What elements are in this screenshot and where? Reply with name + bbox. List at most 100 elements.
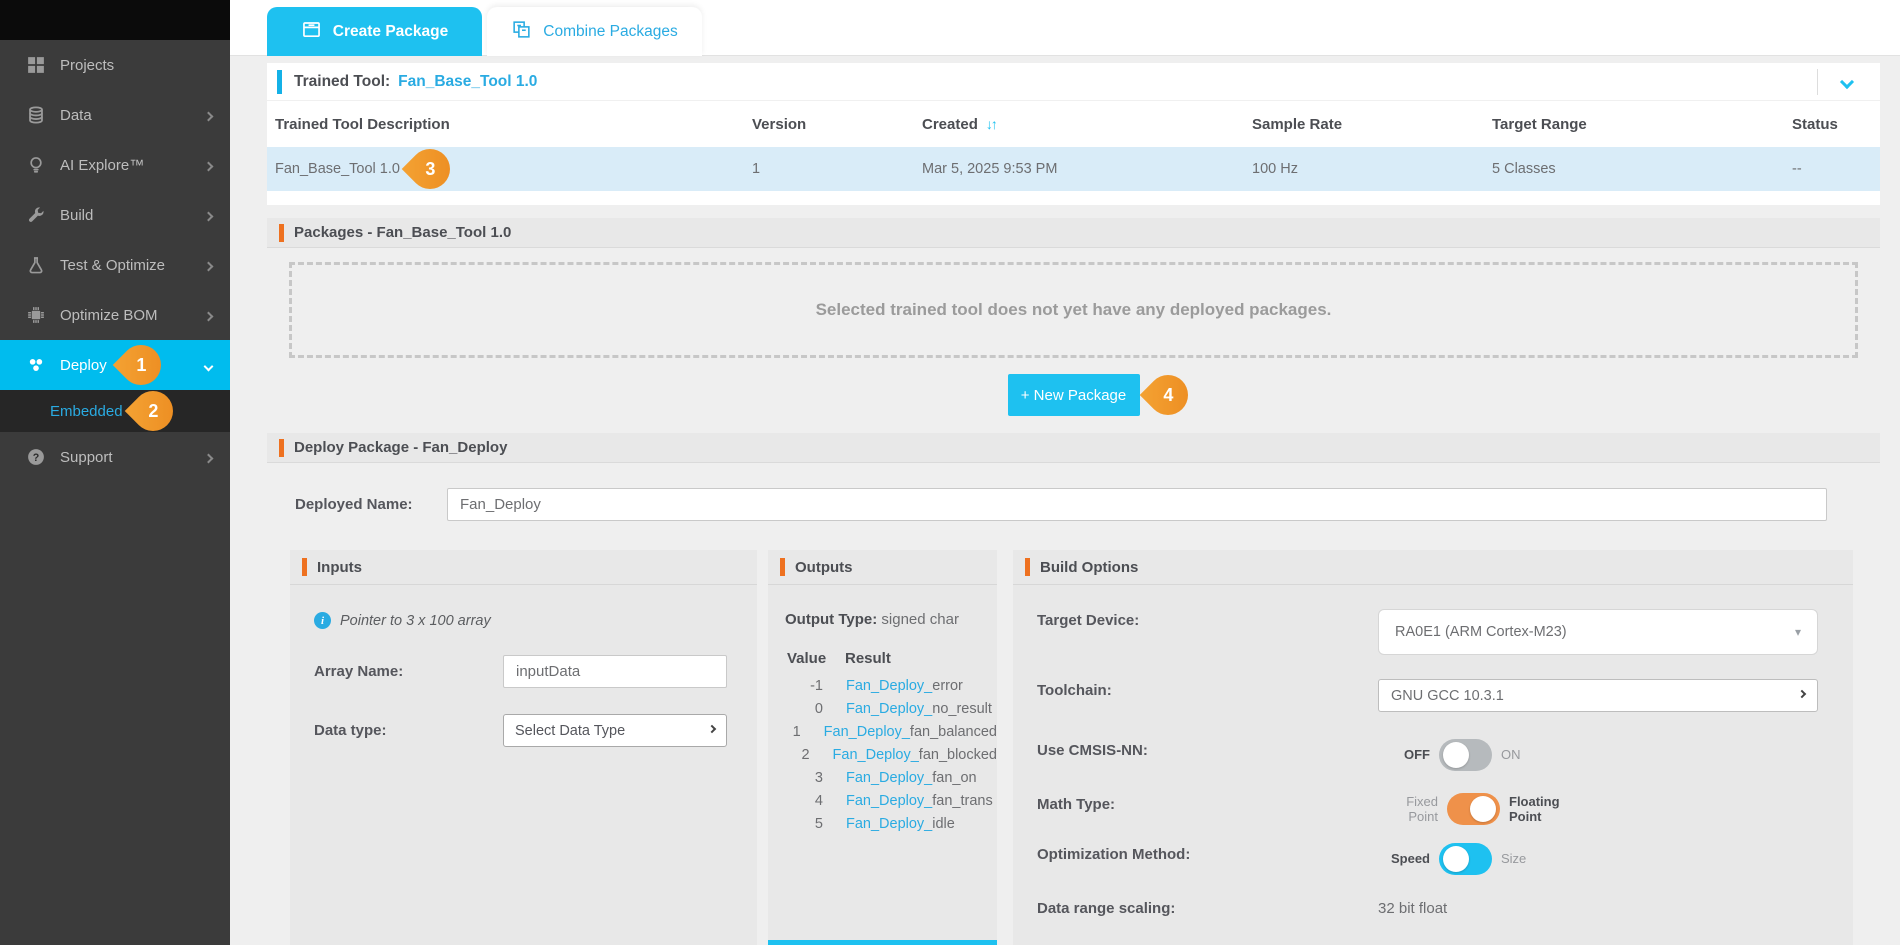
build-options-body: Target Device: RA0E1 (ARM Cortex-M23) ▾ … (1013, 585, 1853, 943)
math-type-label: Math Type: (1037, 793, 1378, 825)
optimization-label: Optimization Method: (1037, 843, 1378, 875)
output-value: 1 (787, 724, 801, 740)
orange-accent-bar (302, 558, 307, 576)
output-result-link[interactable]: Fan_Deploy_idle (846, 816, 955, 832)
output-value: 4 (787, 793, 823, 809)
cyan-accent-bar (277, 70, 282, 94)
packages-section: Packages - Fan_Base_Tool 1.0 Selected tr… (267, 218, 1880, 428)
database-icon (26, 106, 46, 124)
content: Trained Tool: Fan_Base_Tool 1.0 Trained … (230, 56, 1900, 945)
math-type-row: Math Type: Fixed Point Floating Point (1037, 793, 1853, 825)
value-column-header: Value (787, 650, 845, 667)
output-row: 1 Fan_Deploy_fan_balanced (768, 720, 997, 743)
new-package-row: + New Package 4 (289, 374, 1858, 416)
sort-icon[interactable]: ↓↑ (986, 116, 996, 132)
sidebar-item-label: Support (60, 449, 113, 466)
chip-icon (26, 306, 46, 324)
new-package-button[interactable]: + New Package (1008, 374, 1140, 416)
cell-description: Fan_Base_Tool 1.0 (275, 161, 400, 177)
sidebar-item-label: AI Explore™ (60, 157, 144, 174)
data-type-row: Data type: Select Data Type (314, 714, 757, 747)
output-value: 2 (787, 747, 810, 763)
toggle-off-label: OFF (1378, 747, 1430, 762)
sidebar-item-label: Build (60, 207, 93, 224)
value-result-header: Value Result (768, 650, 997, 667)
trained-tool-value[interactable]: Fan_Base_Tool 1.0 (398, 73, 537, 91)
vertical-divider (1817, 69, 1818, 95)
target-device-select[interactable]: RA0E1 (ARM Cortex-M23) ▾ (1378, 609, 1818, 655)
math-type-toggle[interactable] (1447, 793, 1500, 825)
inputs-title: Inputs (317, 559, 362, 576)
column-header: Trained Tool Description (275, 116, 752, 133)
column-header: Status (1792, 116, 1880, 133)
chevron-down-icon (205, 357, 212, 374)
orange-accent-bar (780, 558, 785, 576)
toolchain-select[interactable]: GNU GCC 10.3.1 (1378, 679, 1818, 712)
inputs-panel: Inputs i Pointer to 3 x 100 array Array … (290, 550, 757, 945)
output-row: 2 Fan_Deploy_fan_blocked (768, 743, 997, 766)
cmsis-toggle[interactable] (1439, 739, 1492, 771)
tab-combine-packages[interactable]: Combine Packages (487, 7, 702, 56)
sidebar-subitem-embedded[interactable]: Embedded 2 (0, 390, 230, 432)
trained-tool-table-row[interactable]: Fan_Base_Tool 1.0 3 1 Mar 5, 2025 9:53 P… (267, 147, 1880, 191)
output-result-link[interactable]: Fan_Deploy_fan_trans (846, 793, 993, 809)
tab-label: Combine Packages (543, 23, 677, 41)
sidebar-item-projects[interactable]: Projects (0, 40, 230, 90)
tab-create-package[interactable]: Create Package (267, 7, 482, 56)
sidebar-item-build[interactable]: Build (0, 190, 230, 240)
output-result-link[interactable]: Fan_Deploy_error (846, 678, 963, 694)
collapse-chevron-icon[interactable] (1840, 74, 1854, 88)
fixed-point-label: Fixed Point (1378, 794, 1438, 825)
sidebar-item-test-optimize[interactable]: Test & Optimize (0, 240, 230, 290)
trained-tool-header: Trained Tool: Fan_Base_Tool 1.0 (267, 63, 1880, 101)
output-result-link[interactable]: Fan_Deploy_fan_blocked (833, 747, 997, 763)
trained-tool-table-header: Trained Tool Description Version Created… (267, 101, 1880, 147)
grid-icon (26, 56, 46, 74)
column-header: Target Range (1492, 116, 1792, 133)
deploy-package-section: Deploy Package - Fan_Deploy Deployed Nam… (267, 433, 1880, 945)
data-type-label: Data type: (314, 722, 503, 739)
svg-text:?: ? (33, 452, 40, 464)
step-badge-4: 4 (1139, 367, 1196, 424)
packages-header: Packages - Fan_Base_Tool 1.0 (267, 218, 1880, 248)
outputs-header: Outputs (768, 550, 997, 585)
array-name-input[interactable] (503, 655, 727, 688)
chevron-down-icon (1798, 690, 1806, 698)
column-header: Created (922, 116, 978, 133)
chevron-right-icon (205, 257, 212, 274)
output-result-link[interactable]: Fan_Deploy_no_result (846, 701, 992, 717)
optimization-toggle[interactable] (1439, 843, 1492, 875)
sidebar-item-deploy[interactable]: Deploy 1 (0, 340, 230, 390)
output-row: 3 Fan_Deploy_fan_on (768, 766, 997, 789)
target-device-value: RA0E1 (ARM Cortex-M23) (1395, 624, 1567, 640)
data-type-value: Select Data Type (515, 723, 625, 739)
toolchain-value: GNU GCC 10.3.1 (1391, 688, 1504, 704)
tab-label: Create Package (333, 23, 448, 41)
data-range-scaling-row: Data range scaling: 32 bit float (1037, 897, 1853, 917)
packages-body: Selected trained tool does not yet have … (267, 248, 1880, 428)
output-row: 5 Fan_Deploy_idle (768, 812, 997, 835)
chevron-right-icon (205, 307, 212, 324)
cell-version: 1 (752, 161, 922, 177)
build-options-header: Build Options (1013, 550, 1853, 585)
wrench-icon (26, 206, 46, 224)
sidebar-item-optimize-bom[interactable]: Optimize BOM (0, 290, 230, 340)
sidebar-item-data[interactable]: Data (0, 90, 230, 140)
panel-padding (267, 191, 1880, 205)
chevron-down-icon (708, 725, 716, 733)
output-result-link[interactable]: Fan_Deploy_fan_balanced (824, 724, 997, 740)
toolchain-row: Toolchain: GNU GCC 10.3.1 (1037, 679, 1853, 712)
cell-created: Mar 5, 2025 9:53 PM (922, 161, 1252, 177)
sidebar-item-ai-explore[interactable]: AI Explore™ (0, 140, 230, 190)
data-type-select[interactable]: Select Data Type (503, 714, 727, 747)
sidebar-item-label: Deploy (60, 357, 107, 374)
output-row: 0 Fan_Deploy_no_result (768, 697, 997, 720)
sidebar-item-label: Data (60, 107, 92, 124)
pointer-note: Pointer to 3 x 100 array (340, 613, 491, 629)
deployed-name-label: Deployed Name: (295, 496, 447, 513)
empty-packages-message: Selected trained tool does not yet have … (816, 300, 1332, 320)
combine-packages-icon (511, 19, 532, 45)
deployed-name-input[interactable] (447, 488, 1827, 521)
sidebar-item-support[interactable]: ? Support (0, 432, 230, 482)
output-result-link[interactable]: Fan_Deploy_fan_on (846, 770, 977, 786)
